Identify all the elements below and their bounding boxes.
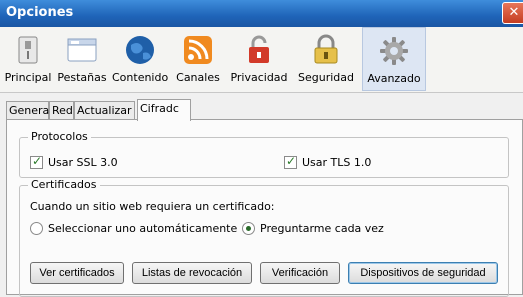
tab-cifrado[interactable]: Cifradc — [137, 99, 191, 121]
tab-actualizar[interactable]: Actualizar — [74, 101, 135, 119]
toolbar-item-canales[interactable]: Canales — [172, 27, 224, 91]
security-devices-button[interactable]: Dispositivos de seguridad — [348, 262, 498, 284]
title-bar: Opciones ✕ — [0, 0, 523, 27]
radio-select-automatically-label: Seleccionar uno automáticamente — [48, 222, 238, 235]
padlock-icon — [314, 34, 338, 64]
rss-feed-icon — [184, 36, 212, 64]
toolbar-item-label: Avanzado — [367, 72, 421, 85]
tab-general[interactable]: General — [6, 101, 53, 119]
certificate-prompt: Cuando un sitio web requiera un certific… — [30, 200, 275, 213]
gear-icon — [380, 37, 408, 65]
toolbar-item-pestanas[interactable]: Pestañas — [56, 27, 108, 91]
tab-label: Actualizar — [77, 104, 132, 117]
privacy-lock-icon — [249, 35, 269, 63]
tls-checkbox[interactable] — [284, 154, 297, 169]
toolbar-item-label: Privacidad — [230, 71, 288, 84]
tab-label: Red — [52, 104, 73, 117]
close-button[interactable]: ✕ — [502, 2, 523, 24]
view-certificates-button[interactable]: Ver certificados — [30, 262, 124, 284]
tab-label: General — [9, 104, 53, 117]
revocation-lists-button[interactable]: Listas de revocación — [132, 262, 252, 284]
toolbar-item-contenido[interactable]: Contenido — [112, 27, 168, 91]
radio-ask-every-time-label: Preguntarme cada vez — [260, 222, 384, 235]
radio-select-automatically[interactable] — [30, 222, 43, 235]
toolbar-item-label: Contenido — [112, 71, 169, 84]
ssl-label: Usar SSL 3.0 — [48, 156, 118, 169]
toolbar-item-label: Canales — [176, 71, 220, 84]
certificates-group: Certificados Cuando un sitio web requier… — [19, 178, 509, 297]
toolbar-item-label: Seguridad — [298, 71, 354, 84]
options-toolbar: Principal Pestañas Contenido Canales Pri… — [0, 27, 523, 93]
protocols-group: Protocolos Usar SSL 3.0 Usar TLS 1.0 — [19, 130, 509, 178]
radio-ask-every-time[interactable] — [242, 222, 255, 235]
protocols-legend: Protocolos — [28, 130, 91, 143]
window-title: Opciones — [6, 5, 74, 20]
tls-label: Usar TLS 1.0 — [302, 156, 372, 169]
switch-icon — [18, 36, 38, 64]
certificates-legend: Certificados — [28, 178, 100, 191]
tabs-window-icon — [67, 38, 97, 62]
toolbar-item-privacidad[interactable]: Privacidad — [228, 27, 290, 91]
toolbar-item-avanzado[interactable]: Avanzado — [362, 27, 426, 91]
encryption-panel: Protocolos Usar SSL 3.0 Usar TLS 1.0 Cer… — [6, 119, 523, 297]
globe-icon — [126, 36, 154, 64]
close-icon: ✕ — [508, 5, 520, 20]
toolbar-item-label: Pestañas — [57, 71, 107, 84]
tab-red[interactable]: Red — [49, 101, 74, 119]
toolbar-item-principal[interactable]: Principal — [4, 27, 52, 91]
toolbar-item-seguridad[interactable]: Seguridad — [294, 27, 358, 91]
tab-label: Cifradc — [140, 102, 179, 115]
ssl-checkbox[interactable] — [30, 154, 43, 169]
toolbar-item-label: Principal — [4, 71, 52, 84]
verification-button[interactable]: Verificación — [260, 262, 340, 284]
